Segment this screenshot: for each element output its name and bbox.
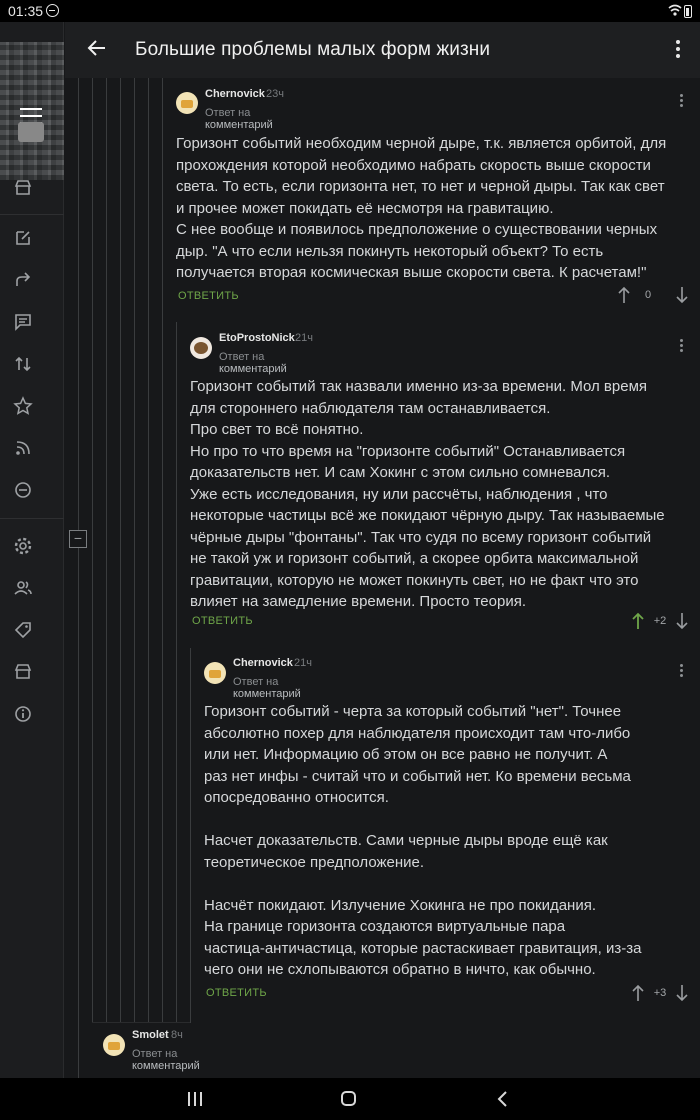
reply-to-link[interactable]: комментарий: [233, 688, 301, 700]
reply-to-link[interactable]: комментарий: [132, 1060, 200, 1072]
dnd-icon: [46, 4, 59, 17]
upvote-icon[interactable]: [632, 984, 644, 1002]
more-options-icon[interactable]: [676, 40, 680, 58]
comment-body: Горизонт событий так назвали именно из-з…: [190, 378, 665, 610]
downvote-icon[interactable]: [676, 286, 688, 304]
wifi-icon: [668, 4, 682, 16]
reply-button[interactable]: ОТВЕТИТЬ: [178, 290, 239, 302]
thread-line: [190, 648, 191, 1023]
upvote-icon[interactable]: [632, 612, 644, 630]
user-avatar[interactable]: [176, 92, 198, 114]
collapse-thread-button[interactable]: −: [69, 530, 87, 548]
reply-to-info: Ответ на комментарий: [233, 676, 301, 700]
reply-button[interactable]: ОТВЕТИТЬ: [206, 987, 267, 999]
info-icon[interactable]: [13, 704, 33, 724]
nav-back-icon[interactable]: [496, 1090, 510, 1108]
user-avatar[interactable]: [18, 122, 44, 142]
downvote-icon[interactable]: [676, 984, 688, 1002]
thread-line: [134, 78, 135, 1023]
rss-icon[interactable]: [13, 438, 33, 458]
status-time: 01:35: [8, 3, 44, 19]
app-header: Большие проблемы малых форм жизни: [65, 22, 700, 78]
block-icon[interactable]: [13, 480, 33, 500]
thread-line: [106, 78, 107, 1023]
comment-body: Горизонт событий необходим черной дыре, …: [176, 135, 667, 281]
star-icon[interactable]: [13, 396, 33, 416]
reply-to-info: Ответ на комментарий: [219, 351, 287, 375]
settings-icon[interactable]: [13, 536, 33, 556]
thread-line: [92, 78, 93, 1023]
comments-icon[interactable]: [13, 312, 33, 332]
battery-icon: [684, 5, 692, 18]
share-icon[interactable]: [13, 270, 33, 290]
user-avatar[interactable]: [204, 662, 226, 684]
comment-menu-icon[interactable]: [680, 664, 684, 678]
page-title: Большие проблемы малых форм жизни: [135, 39, 491, 60]
back-arrow-icon[interactable]: [85, 36, 109, 60]
comment-body: Горизонт событий - черта за который собы…: [204, 703, 642, 978]
downvote-icon[interactable]: [676, 612, 688, 630]
comment-menu-icon[interactable]: [680, 94, 684, 108]
vote-score: +3: [653, 987, 667, 999]
sidebar: [0, 22, 64, 1078]
shop-icon[interactable]: [13, 662, 33, 682]
thread-line: [162, 78, 163, 1023]
system-nav-bar: [0, 1078, 700, 1120]
edit-icon[interactable]: [13, 228, 33, 248]
reply-button[interactable]: ОТВЕТИТЬ: [192, 615, 253, 627]
user-avatar[interactable]: [190, 337, 212, 359]
sort-icon[interactable]: [13, 354, 33, 374]
users-icon[interactable]: [13, 578, 33, 598]
vote-score: +2: [653, 615, 667, 627]
reply-to-info: Ответ на комментарий: [205, 107, 273, 131]
upvote-icon[interactable]: [618, 286, 630, 304]
comment-time: 23ч: [266, 88, 284, 100]
vote-controls: +2: [632, 612, 688, 632]
comment-time: 21ч: [294, 657, 312, 669]
comment-time: 8ч: [171, 1029, 183, 1041]
thread-line: [176, 322, 177, 1023]
vote-controls: 0: [618, 286, 688, 306]
user-avatar[interactable]: [103, 1034, 125, 1056]
comment-time: 21ч: [295, 332, 313, 344]
comment-author[interactable]: EtoProstoNick: [219, 332, 295, 344]
comment-author[interactable]: Smolet: [132, 1029, 169, 1041]
tag-icon[interactable]: [13, 620, 33, 640]
thread-line: [148, 78, 149, 1023]
thread-line: [78, 78, 79, 1078]
vote-controls: +3: [632, 984, 688, 1004]
vote-score: 0: [644, 289, 652, 301]
home-button[interactable]: [341, 1091, 356, 1106]
comment-author[interactable]: Chernovick: [233, 657, 293, 669]
recents-button[interactable]: [188, 1092, 204, 1106]
reply-to-link[interactable]: комментарий: [205, 119, 273, 131]
thread-line: [120, 78, 121, 1023]
reply-to-link[interactable]: комментарий: [219, 363, 287, 375]
reply-to-info: Ответ на комментарий: [132, 1048, 200, 1072]
store-icon[interactable]: [13, 178, 33, 198]
status-bar: 01:35: [0, 0, 700, 22]
comment-author[interactable]: Chernovick: [205, 88, 265, 100]
comment-menu-icon[interactable]: [680, 339, 684, 353]
